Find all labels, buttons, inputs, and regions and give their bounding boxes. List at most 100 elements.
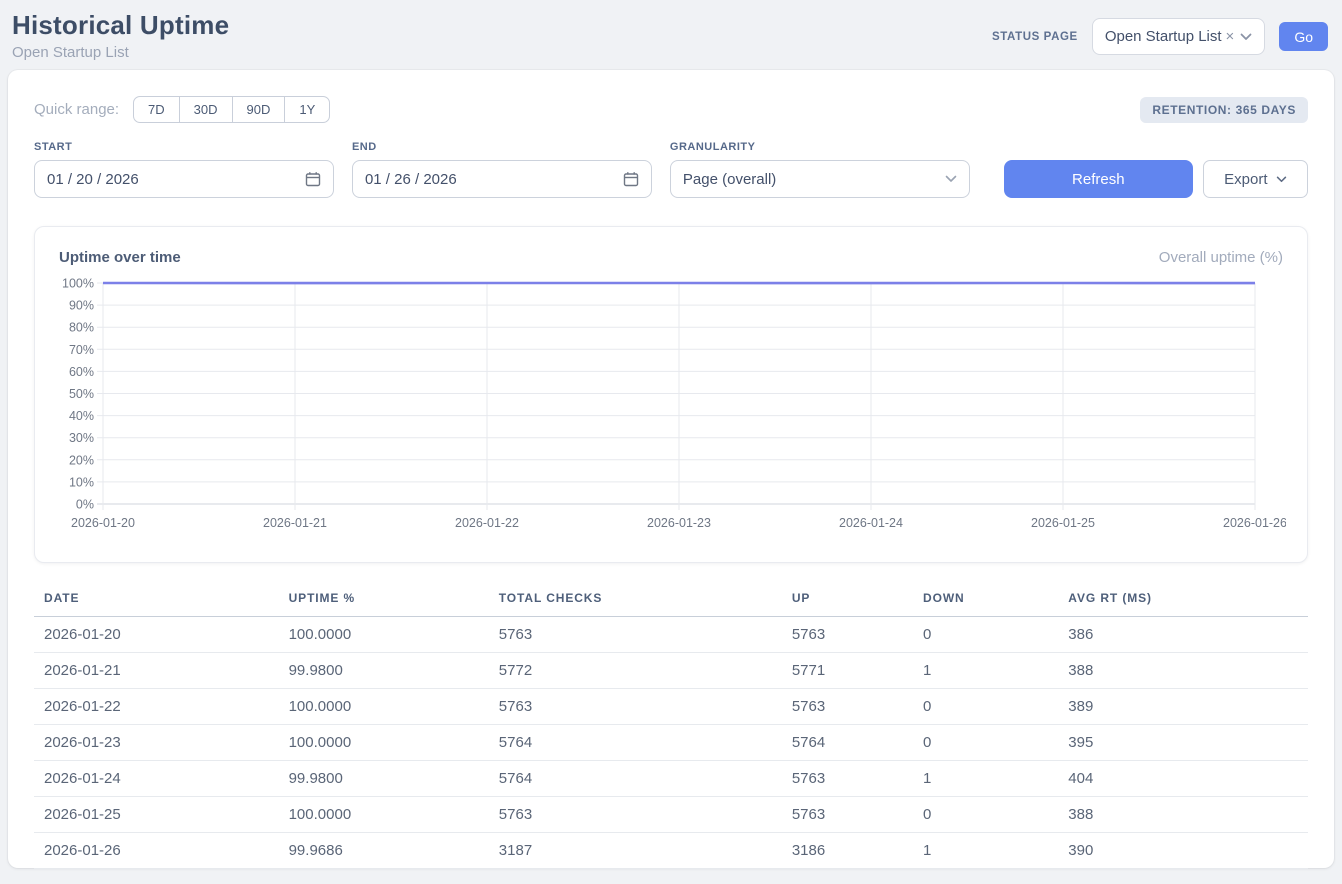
table-cell: 5763 <box>782 617 913 653</box>
table-cell: 5763 <box>782 689 913 725</box>
export-button-label: Export <box>1224 171 1267 188</box>
clear-selection-icon[interactable]: × <box>1226 28 1235 45</box>
svg-text:2026-01-20: 2026-01-20 <box>71 516 135 530</box>
table-cell: 5763 <box>782 761 913 797</box>
status-page-select[interactable]: Open Startup List × <box>1092 18 1266 55</box>
table-cell: 390 <box>1058 833 1308 869</box>
svg-text:50%: 50% <box>69 387 94 401</box>
table-row: 2026-01-22100.0000576357630389 <box>34 689 1308 725</box>
column-header: DOWN <box>913 581 1058 617</box>
status-page-label: STATUS PAGE <box>992 31 1078 43</box>
chevron-down-icon <box>1240 33 1252 41</box>
svg-text:40%: 40% <box>69 409 94 423</box>
page-title: Historical Uptime <box>12 10 229 41</box>
column-header: UP <box>782 581 913 617</box>
start-date-label: START <box>34 141 334 153</box>
retention-badge: RETENTION: 365 DAYS <box>1140 97 1308 123</box>
svg-text:30%: 30% <box>69 431 94 445</box>
svg-text:90%: 90% <box>69 299 94 313</box>
table-cell: 5763 <box>489 797 782 833</box>
quick-range-90d[interactable]: 90D <box>232 96 286 123</box>
table-cell: 100.0000 <box>279 617 489 653</box>
table-cell: 2026-01-26 <box>34 833 279 869</box>
quick-range-1y[interactable]: 1Y <box>284 96 330 123</box>
end-date-group: END 01 / 26 / 2026 <box>352 141 652 198</box>
table-cell: 2026-01-25 <box>34 797 279 833</box>
table-cell: 404 <box>1058 761 1308 797</box>
table-row: 2026-01-2699.9686318731861390 <box>34 833 1308 869</box>
svg-text:100%: 100% <box>62 277 94 291</box>
uptime-chart-card: Uptime over time Overall uptime (%) 0%10… <box>34 226 1308 563</box>
table-cell: 100.0000 <box>279 689 489 725</box>
svg-text:60%: 60% <box>69 365 94 379</box>
main-panel: Quick range: 7D30D90D1Y RETENTION: 365 D… <box>8 70 1334 868</box>
table-cell: 5764 <box>489 725 782 761</box>
granularity-label: GRANULARITY <box>670 141 970 153</box>
table-body: 2026-01-20100.00005763576303862026-01-21… <box>34 617 1308 869</box>
table-cell: 2026-01-23 <box>34 725 279 761</box>
table-cell: 5764 <box>489 761 782 797</box>
column-header: UPTIME % <box>279 581 489 617</box>
table-cell: 389 <box>1058 689 1308 725</box>
granularity-select[interactable]: Page (overall) <box>670 160 970 198</box>
svg-text:20%: 20% <box>69 453 94 467</box>
table-cell: 1 <box>913 833 1058 869</box>
page-heading: Historical Uptime Open Startup List <box>12 10 229 61</box>
top-bar: Historical Uptime Open Startup List STAT… <box>0 0 1342 70</box>
refresh-button[interactable]: Refresh <box>1004 160 1193 198</box>
table-cell: 2026-01-24 <box>34 761 279 797</box>
svg-text:70%: 70% <box>69 343 94 357</box>
quick-range-row: Quick range: 7D30D90D1Y RETENTION: 365 D… <box>34 96 1308 123</box>
export-button[interactable]: Export <box>1203 160 1308 198</box>
table-row: 2026-01-25100.0000576357630388 <box>34 797 1308 833</box>
table-cell: 0 <box>913 797 1058 833</box>
start-date-value: 01 / 20 / 2026 <box>47 171 139 188</box>
svg-text:2026-01-25: 2026-01-25 <box>1031 516 1095 530</box>
chevron-down-icon <box>945 175 957 183</box>
column-header: AVG RT (MS) <box>1058 581 1308 617</box>
table-cell: 386 <box>1058 617 1308 653</box>
table-cell: 100.0000 <box>279 797 489 833</box>
calendar-icon[interactable] <box>623 171 639 187</box>
calendar-icon[interactable] <box>305 171 321 187</box>
quick-range-7d[interactable]: 7D <box>133 96 180 123</box>
table-cell: 5763 <box>782 797 913 833</box>
end-date-input[interactable]: 01 / 26 / 2026 <box>352 160 652 198</box>
table-cell: 100.0000 <box>279 725 489 761</box>
table-cell: 99.9686 <box>279 833 489 869</box>
table-cell: 2026-01-20 <box>34 617 279 653</box>
table-cell: 388 <box>1058 797 1308 833</box>
uptime-line-chart: 0%10%20%30%40%50%60%70%80%90%100%2026-01… <box>59 274 1286 536</box>
table-row: 2026-01-20100.0000576357630386 <box>34 617 1308 653</box>
table-cell: 0 <box>913 725 1058 761</box>
chart-legend: Overall uptime (%) <box>1159 249 1283 266</box>
quick-range-30d[interactable]: 30D <box>179 96 233 123</box>
start-date-input[interactable]: 01 / 20 / 2026 <box>34 160 334 198</box>
page-subtitle: Open Startup List <box>12 44 229 61</box>
column-header: TOTAL CHECKS <box>489 581 782 617</box>
svg-text:2026-01-26: 2026-01-26 <box>1223 516 1286 530</box>
svg-text:2026-01-22: 2026-01-22 <box>455 516 519 530</box>
filters-row: START 01 / 20 / 2026 END 01 / 26 / 2026 … <box>34 141 1308 198</box>
table-cell: 0 <box>913 617 1058 653</box>
svg-text:2026-01-24: 2026-01-24 <box>839 516 903 530</box>
table-cell: 99.9800 <box>279 653 489 689</box>
table-cell: 3186 <box>782 833 913 869</box>
granularity-group: GRANULARITY Page (overall) <box>670 141 970 198</box>
chart-title: Uptime over time <box>59 249 181 266</box>
column-header: DATE <box>34 581 279 617</box>
table-cell: 99.9800 <box>279 761 489 797</box>
go-button[interactable]: Go <box>1279 22 1328 51</box>
table-cell: 2026-01-22 <box>34 689 279 725</box>
table-row: 2026-01-2499.9800576457631404 <box>34 761 1308 797</box>
table-cell: 388 <box>1058 653 1308 689</box>
table-cell: 1 <box>913 761 1058 797</box>
end-date-label: END <box>352 141 652 153</box>
status-page-selected-value: Open Startup List <box>1105 28 1222 45</box>
table-cell: 5763 <box>489 689 782 725</box>
uptime-table: DATEUPTIME %TOTAL CHECKSUPDOWNAVG RT (MS… <box>34 581 1308 869</box>
svg-text:2026-01-23: 2026-01-23 <box>647 516 711 530</box>
svg-text:80%: 80% <box>69 321 94 335</box>
table-cell: 5772 <box>489 653 782 689</box>
status-page-picker: STATUS PAGE Open Startup List × Go <box>992 18 1328 55</box>
